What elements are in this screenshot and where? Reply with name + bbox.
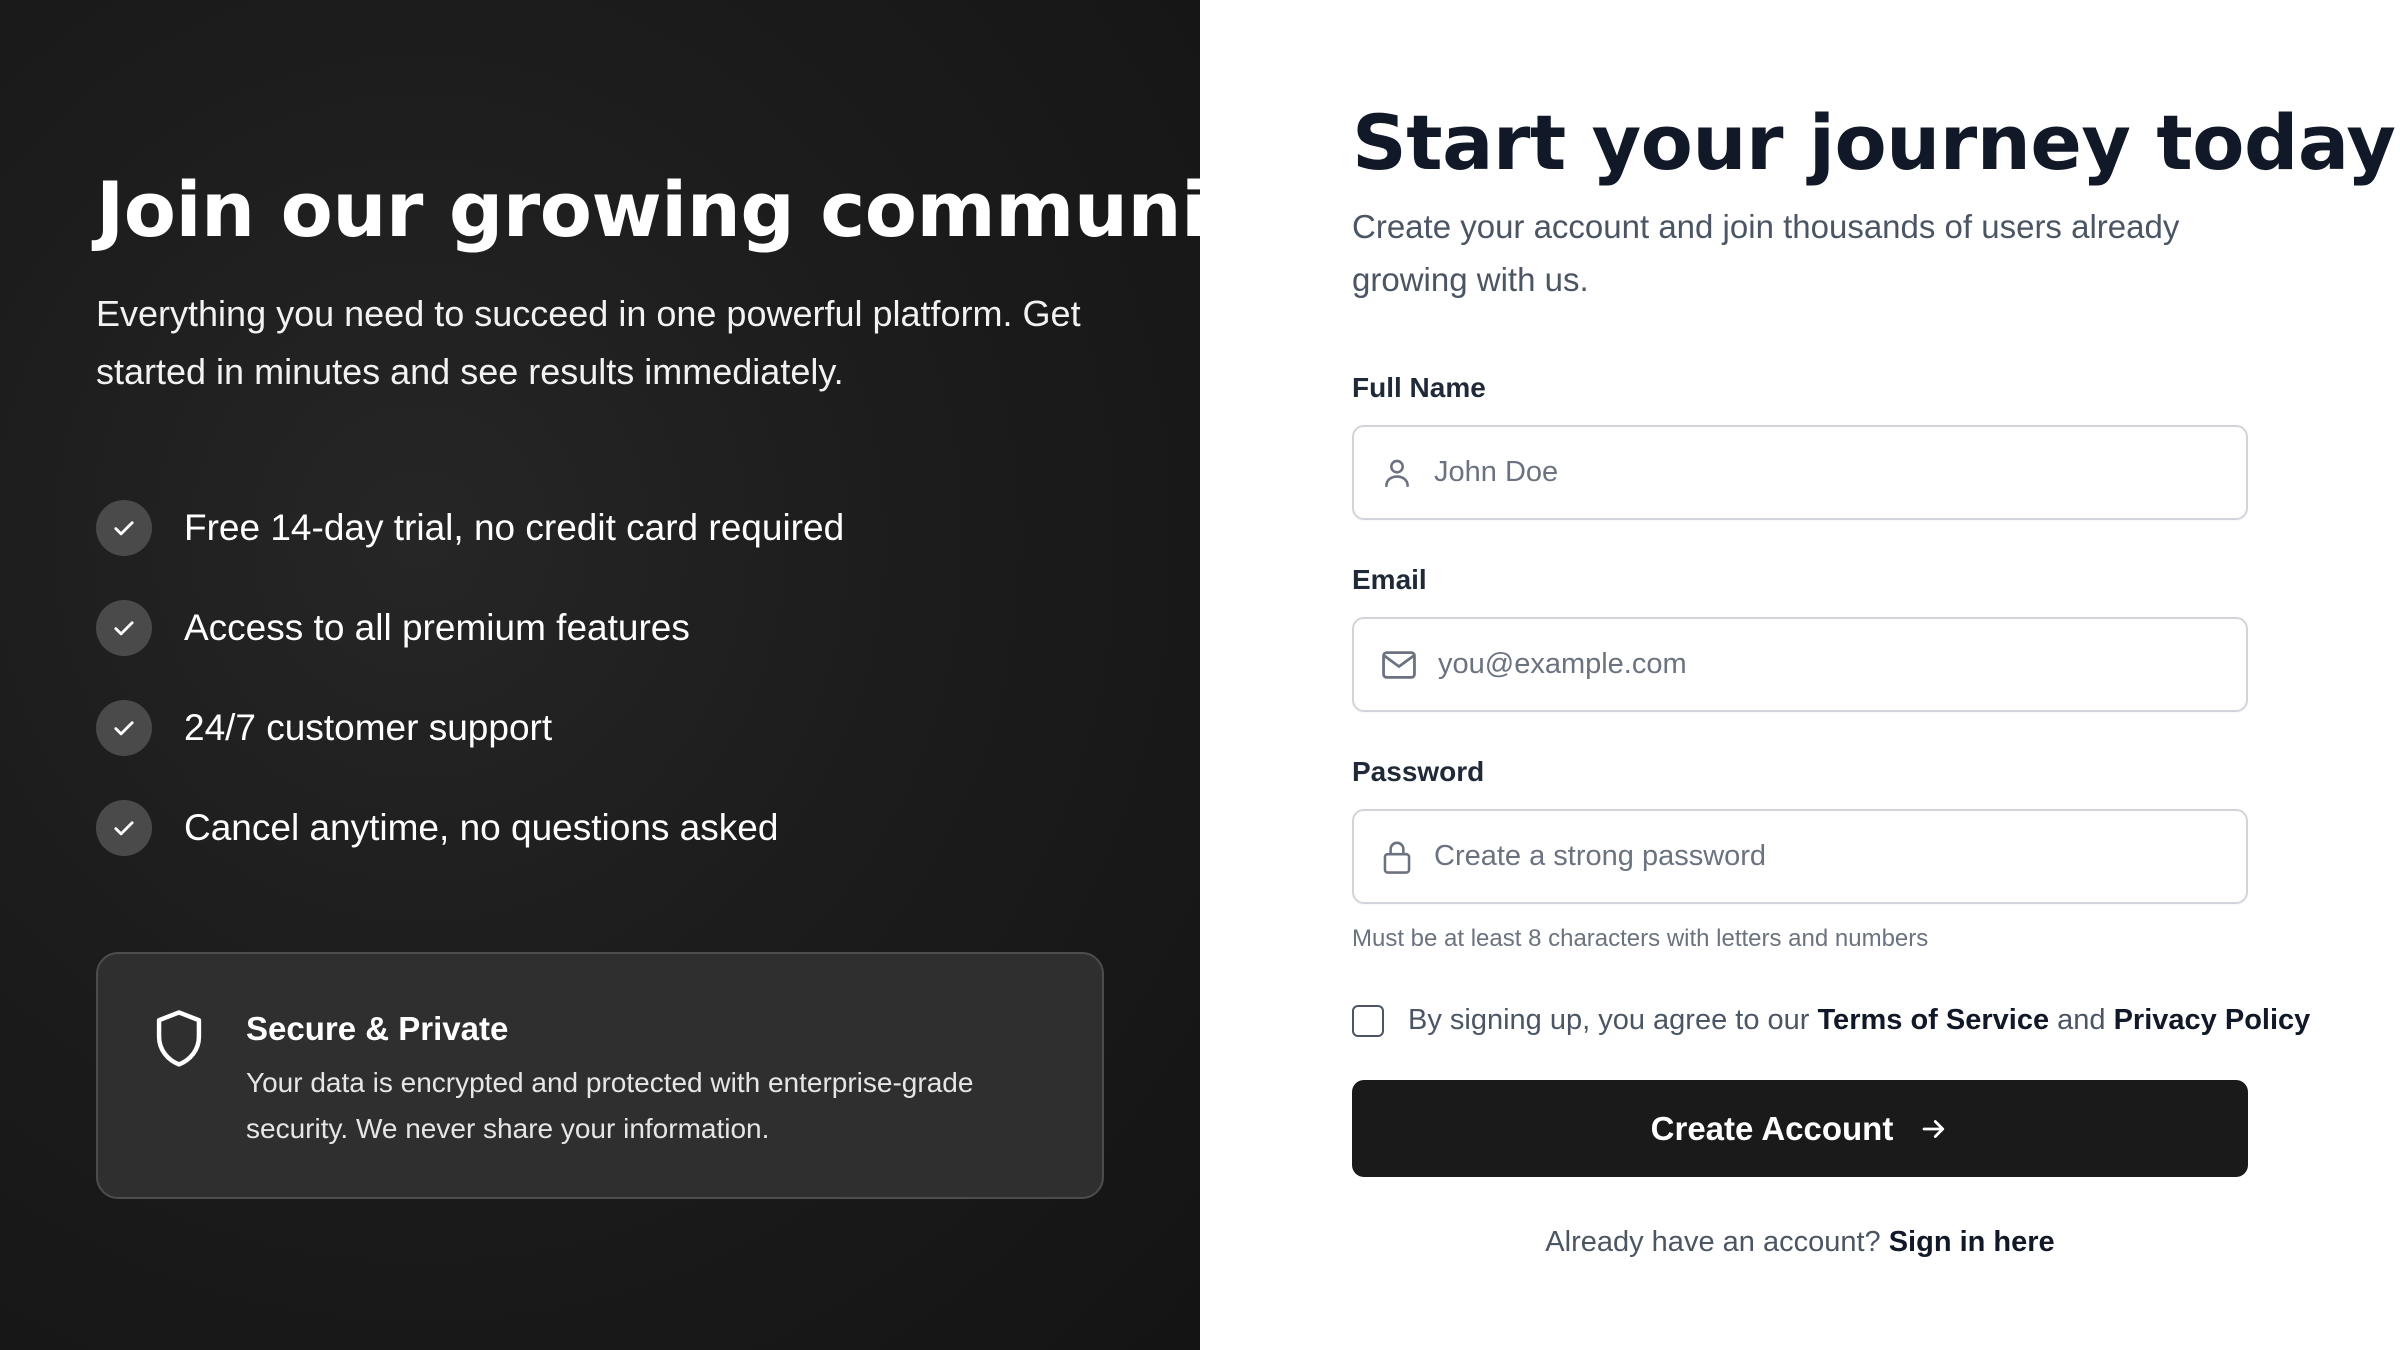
feature-list: Free 14-day trial, no credit card requir… <box>96 500 844 900</box>
mail-icon <box>1380 648 1418 682</box>
feature-text: 24/7 customer support <box>184 707 553 748</box>
shield-icon <box>152 1008 206 1070</box>
check-icon <box>96 800 152 856</box>
promo-panel: Join our growing community Everything yo… <box>0 0 1292 1350</box>
security-card: Secure & Private Your data is encrypted … <box>96 952 1104 1199</box>
security-description: Your data is encrypted and protected wit… <box>246 1067 974 1144</box>
feature-item: Access to all premium features <box>96 600 844 656</box>
signup-subtitle: Create your account and join thousands o… <box>1352 208 2180 298</box>
lock-icon <box>1380 838 1414 876</box>
terms-prefix: By signing up, you agree to our <box>1408 1004 1810 1036</box>
check-icon <box>96 600 152 656</box>
arrow-right-icon <box>1893 1114 1949 1144</box>
security-title: Secure & Private <box>246 1010 509 1047</box>
password-label: Password <box>1352 756 1485 787</box>
user-icon <box>1380 455 1414 491</box>
create-account-button[interactable]: Create Account <box>1352 1080 2248 1177</box>
signin-row: Already have an account? Sign in here <box>1352 1226 2248 1259</box>
full-name-input[interactable] <box>1434 456 2194 489</box>
signin-prompt: Already have an account? <box>1545 1226 1881 1258</box>
signin-link[interactable]: Sign in here <box>1889 1226 2055 1258</box>
full-name-field[interactable] <box>1352 425 2248 520</box>
terms-and: and <box>2057 1004 2106 1036</box>
full-name-label: Full Name <box>1352 372 1486 403</box>
feature-text: Cancel anytime, no questions asked <box>184 807 779 848</box>
privacy-policy-link[interactable]: Privacy Policy <box>2114 1004 2311 1037</box>
feature-text: Access to all premium features <box>184 607 690 648</box>
promo-subtitle: Everything you need to succeed in one po… <box>96 293 1081 392</box>
terms-of-service-link[interactable]: Terms of Service <box>1818 1004 2050 1037</box>
feature-item: Free 14-day trial, no credit card requir… <box>96 500 844 556</box>
check-icon <box>96 500 152 556</box>
feature-item: Cancel anytime, no questions asked <box>96 800 844 856</box>
signup-title: Start your journey today <box>1352 98 2396 187</box>
create-account-label: Create Account <box>1650 1109 1894 1147</box>
email-label: Email <box>1352 564 1427 595</box>
terms-checkbox[interactable] <box>1352 1004 1384 1037</box>
password-input[interactable] <box>1434 840 2194 873</box>
terms-row: By signing up, you agree to our Terms of… <box>1352 1004 2310 1037</box>
promo-title: Join our growing community <box>96 165 1292 254</box>
check-icon <box>96 700 152 756</box>
signup-panel: Start your journey today Create your acc… <box>1200 0 2400 1350</box>
email-field[interactable] <box>1352 617 2248 712</box>
password-hint: Must be at least 8 characters with lette… <box>1352 925 1929 952</box>
password-field[interactable] <box>1352 809 2248 904</box>
email-input[interactable] <box>1438 648 2198 681</box>
feature-item: 24/7 customer support <box>96 700 844 756</box>
feature-text: Free 14-day trial, no credit card requir… <box>184 507 845 548</box>
